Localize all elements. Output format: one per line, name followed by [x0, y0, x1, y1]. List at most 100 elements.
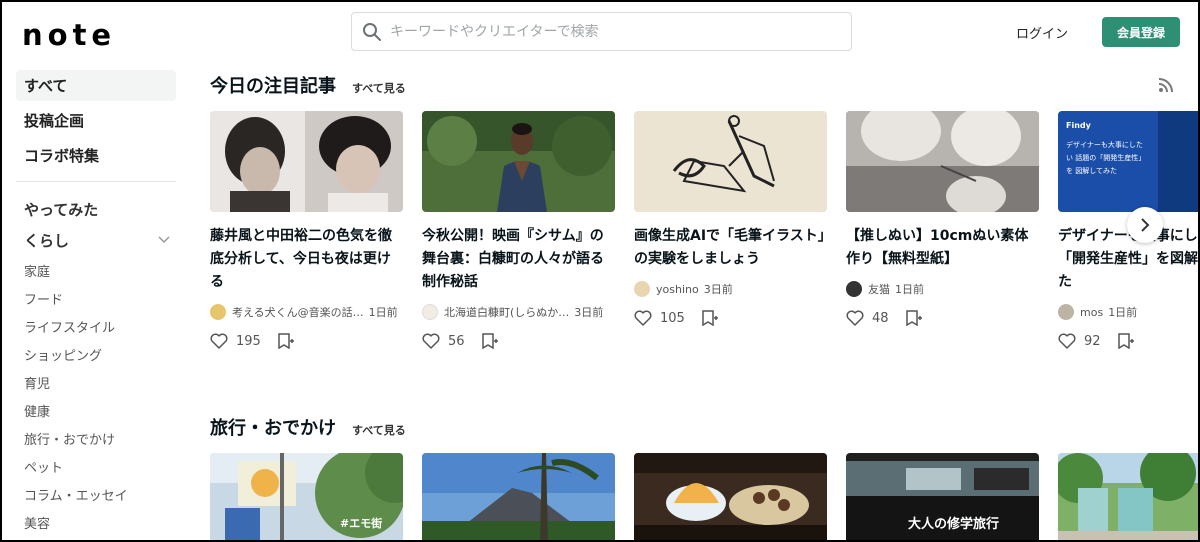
article-actions: 92: [1058, 331, 1200, 351]
signup-button[interactable]: 会員登録: [1102, 17, 1180, 47]
sidebar-subitem-travel[interactable]: 旅行・おでかけ: [16, 424, 176, 452]
post-time: 3日前: [703, 283, 733, 296]
login-link[interactable]: ログイン: [1016, 23, 1068, 42]
sidebar-subitem-family[interactable]: 家庭: [16, 256, 176, 284]
section-header-travel: 旅行・おでかけ すべて見る: [210, 414, 406, 440]
search-box[interactable]: [351, 12, 852, 51]
magazine-add-icon[interactable]: [905, 310, 923, 326]
magazine-add-icon[interactable]: [481, 333, 499, 349]
section-title: 今日の注目記事: [210, 76, 336, 97]
article-actions: 105: [634, 308, 827, 328]
sidebar-item-collab[interactable]: コラボ特集: [16, 140, 176, 171]
article-actions: 48: [846, 308, 1039, 328]
sidebar-category-kurashi[interactable]: くらし: [16, 225, 176, 256]
brush-illustration: [634, 111, 827, 212]
sidebar-subitem-beauty[interactable]: 美容: [16, 508, 176, 536]
heart-icon[interactable]: [210, 333, 228, 349]
article-thumbnail[interactable]: [846, 111, 1039, 212]
article-thumbnail[interactable]: [1058, 453, 1200, 542]
article-thumbnail[interactable]: [210, 111, 403, 212]
section-header-featured: 今日の注目記事 すべて見る: [210, 72, 406, 98]
sidebar-subitem-shopping[interactable]: ショッピング: [16, 340, 176, 368]
article-title[interactable]: 【推しぬい】10cmぬい素体作り【無料型紙】: [846, 225, 1039, 271]
sidebar-category-label: くらし: [24, 232, 70, 250]
article-actions: 56: [422, 331, 615, 351]
heart-icon[interactable]: [846, 310, 864, 326]
article-thumbnail[interactable]: [422, 453, 615, 542]
article-title[interactable]: 藤井風と中田裕二の色気を徹底分析して、今日も夜は更ける: [210, 225, 403, 294]
post-time: 1日前: [895, 283, 924, 296]
like-count: 92: [1084, 333, 1101, 349]
article-card[interactable]: 【推しぬい】10cmぬい素体作り【無料型紙】 友猫 1日前 48: [846, 111, 1039, 328]
magazine-add-icon[interactable]: [701, 310, 719, 326]
sidebar-subitem-health[interactable]: 健康: [16, 396, 176, 424]
like-count: 48: [872, 310, 889, 326]
post-time: 1日前: [1108, 306, 1138, 319]
sidebar: すべて 投稿企画 コラボ特集 やってみた くらし 家庭 フード ライフスタイル …: [16, 70, 176, 536]
banner-panel: [1158, 111, 1200, 212]
article-title[interactable]: デザイナーも大事にしたい「開発生産性」を図解してみた: [1058, 225, 1200, 294]
article-thumbnail[interactable]: [634, 111, 827, 212]
sidebar-subitem-column[interactable]: コラム・エッセイ: [16, 480, 176, 508]
avatar[interactable]: [846, 281, 862, 297]
heart-icon[interactable]: [422, 333, 440, 349]
search-input[interactable]: [390, 15, 840, 48]
heart-icon[interactable]: [634, 310, 652, 326]
park-photo: [1058, 453, 1200, 542]
sidebar-category-yattemita[interactable]: やってみた: [16, 194, 176, 225]
magazine-add-icon[interactable]: [1117, 333, 1135, 349]
author-name[interactable]: 友猫: [868, 281, 890, 297]
chevron-down-icon[interactable]: [158, 235, 170, 245]
plush-photo: [846, 111, 1039, 212]
avatar[interactable]: [210, 304, 226, 320]
author-name[interactable]: mos: [1080, 306, 1103, 319]
article-meta: yoshino 3日前: [634, 279, 827, 299]
thumbnail-caption: #エモ街: [340, 517, 383, 530]
article-thumbnail[interactable]: Findy デザイナーも大事にしたい 話題の「開発生産性」を 図解してみた: [1058, 111, 1200, 212]
magazine-add-icon[interactable]: [277, 333, 295, 349]
sidebar-subitem-parenting[interactable]: 育児: [16, 368, 176, 396]
article-thumbnail[interactable]: #エモ街: [210, 453, 403, 542]
note-logo[interactable]: note: [22, 18, 116, 52]
portrait-photo: [210, 111, 403, 212]
rss-icon[interactable]: [1158, 77, 1174, 93]
author-name[interactable]: yoshino: [656, 283, 699, 296]
like-count: 195: [236, 333, 261, 349]
heart-icon[interactable]: [1058, 333, 1076, 349]
post-time: 3日前: [574, 306, 604, 319]
article-meta: 考える犬くん@音楽の話… 1日前: [210, 302, 403, 322]
author-name[interactable]: 考える犬くん@音楽の話…: [232, 304, 364, 320]
sidebar-subitem-pets[interactable]: ペット: [16, 452, 176, 480]
like-count: 105: [660, 310, 685, 326]
chevron-right-icon: [1141, 218, 1150, 232]
thumbnail-caption: 大人の修学旅行: [908, 517, 1000, 532]
food-photo: [634, 453, 827, 542]
article-card[interactable]: 今秋公開！映画『シサム』の舞台裏：白糠町の人々が語る制作秘話 北海道白糠町(しら…: [422, 111, 615, 351]
article-card[interactable]: 画像生成AIで「毛筆イラスト」の実験をしましょう yoshino 3日前 105: [634, 111, 827, 328]
author-name[interactable]: 北海道白糠町(しらぬか…: [444, 304, 569, 320]
findy-banner-text: デザイナーも大事にしたい 話題の「開発生産性」を 図解してみた: [1066, 141, 1146, 175]
avatar[interactable]: [422, 304, 438, 320]
avatar[interactable]: [1058, 304, 1074, 320]
film-still-photo: [422, 111, 615, 212]
article-thumbnail[interactable]: [422, 111, 615, 212]
article-meta: mos 1日前: [1058, 302, 1200, 322]
article-thumbnail[interactable]: [634, 453, 827, 542]
article-title[interactable]: 今秋公開！映画『シサム』の舞台裏：白糠町の人々が語る制作秘話: [422, 225, 615, 294]
article-thumbnail[interactable]: 大人の修学旅行: [846, 453, 1039, 542]
search-icon: [363, 23, 381, 41]
sidebar-item-all[interactable]: すべて: [16, 70, 176, 101]
article-actions: 195: [210, 331, 403, 351]
section-title: 旅行・おでかけ: [210, 418, 336, 439]
carousel-next-button[interactable]: [1127, 207, 1163, 243]
see-all-link[interactable]: すべて見る: [352, 422, 406, 438]
article-title[interactable]: 画像生成AIで「毛筆イラスト」の実験をしましょう: [634, 225, 827, 271]
sidebar-item-contests[interactable]: 投稿企画: [16, 105, 176, 136]
like-count: 56: [448, 333, 465, 349]
avatar[interactable]: [634, 281, 650, 297]
sidebar-subitem-food[interactable]: フード: [16, 284, 176, 312]
article-card[interactable]: 藤井風と中田裕二の色気を徹底分析して、今日も夜は更ける 考える犬くん@音楽の話……: [210, 111, 403, 351]
see-all-link[interactable]: すべて見る: [352, 80, 406, 96]
sidebar-subitem-lifestyle[interactable]: ライフスタイル: [16, 312, 176, 340]
post-time: 1日前: [368, 306, 398, 319]
